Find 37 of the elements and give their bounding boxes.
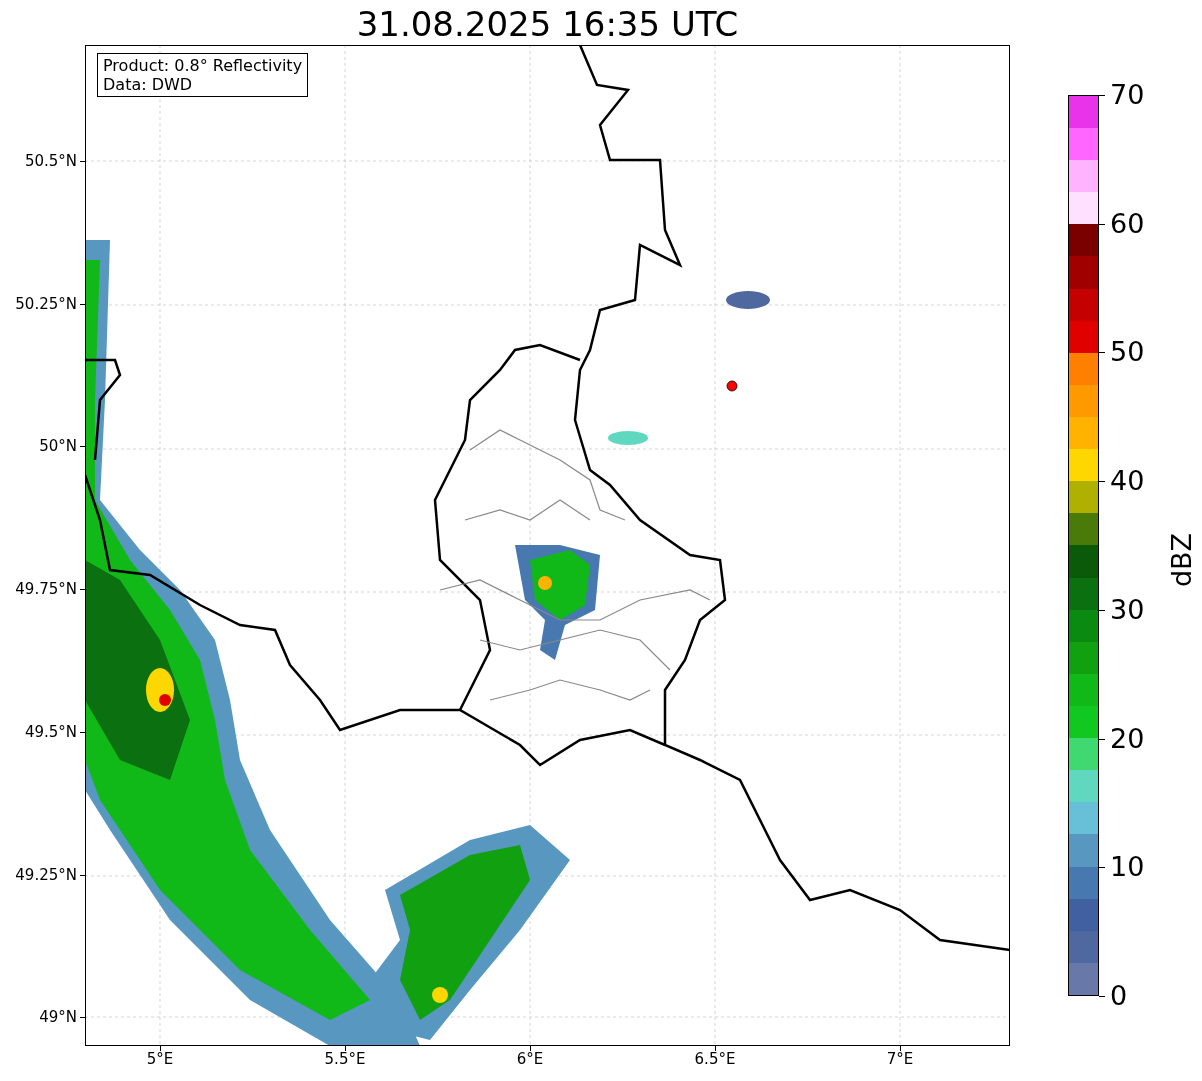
axis-label: 49.25°N [15,865,77,884]
axis-label: 49°N [39,1008,77,1027]
colorbar-label: 30 [1110,594,1145,625]
tick-mark [80,731,85,733]
axis-label: 7°E [885,1050,915,1068]
axis-label: 50.25°N [15,294,77,313]
tick-mark [160,1046,161,1051]
axis-label: 49.5°N [24,722,77,741]
axis-label: 50°N [39,437,77,456]
colorbar-label: 20 [1110,723,1145,754]
tick-mark [530,1046,531,1051]
tick-mark [900,1046,901,1051]
tick-mark [80,161,85,162]
tick-mark [715,1046,716,1051]
tick-mark [80,1017,85,1019]
colorbar-label: 70 [1110,80,1145,110]
tick-mark [1099,996,1105,997]
tick-mark [80,303,85,305]
colorbar-label: 10 [1110,852,1145,883]
axis-label: 6°E [515,1050,545,1068]
axis-label: 5°E [145,1050,175,1068]
axis-label: 5.5°E [323,1050,367,1068]
colorbar-label: 40 [1110,466,1145,497]
axis-label: 50.5°N [24,152,77,170]
chart-title: 31.08.2025 16:35 UTC [355,4,740,44]
tick-mark [80,874,85,876]
colorbar-title: dBZ [1165,531,1198,590]
colorbar-label: 0 [1110,981,1128,1011]
tick-mark [345,1046,346,1051]
colorbar-label: 60 [1110,208,1145,239]
colorbar-label: 50 [1110,337,1145,368]
axis-label: 6.5°E [693,1050,737,1068]
tick-mark [80,446,85,448]
tick-mark [80,589,85,591]
info-text: Data: DWD [103,75,194,94]
axis-label: 49.75°N [15,580,77,599]
info-text: Product: 0.8° Reflectivity [103,56,303,75]
